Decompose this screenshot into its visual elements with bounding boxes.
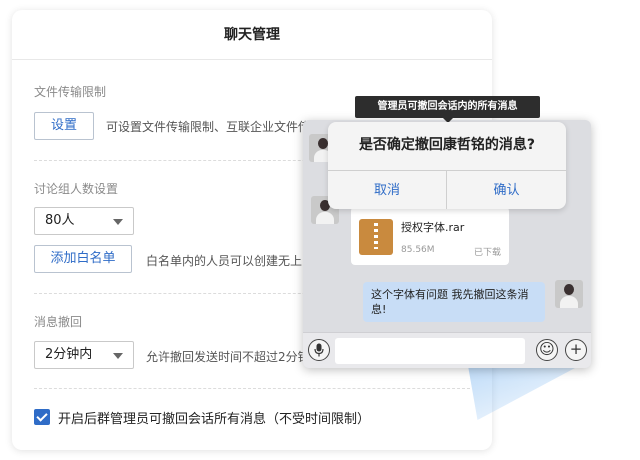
file-message[interactable]: 授权字体.rar 85.56M 已下载 (351, 207, 509, 265)
group-size-select[interactable]: 80人 (34, 207, 134, 235)
microphone-icon[interactable] (308, 339, 330, 361)
avatar (555, 280, 583, 308)
chat-input-bar: ☺ + (303, 332, 591, 368)
admin-recall-label: 开启后群管理员可撤回会话所有消息（不受时间限制） (58, 412, 371, 427)
file-name: 授权字体.rar (401, 221, 465, 234)
divider (34, 388, 470, 389)
recall-tooltip: 管理员可撤回会话内的所有消息 (355, 96, 540, 123)
admin-recall-checkbox[interactable] (34, 409, 50, 425)
dialog-title: 是否确定撤回康哲铭的消息? (358, 137, 536, 153)
chevron-down-icon (113, 219, 123, 225)
file-limit-settings-button[interactable]: 设置 (34, 112, 94, 140)
file-limit-description: 可设置文件传输限制、互联企业文件传输 (106, 120, 323, 134)
recall-time-value: 2分钟内 (45, 347, 93, 362)
file-limit-label: 文件传输限制 (34, 85, 107, 99)
chevron-down-icon (113, 353, 123, 359)
cancel-button[interactable]: 取消 (328, 171, 447, 209)
file-status: 已下载 (473, 248, 501, 258)
whitelist-description: 白名单内的人员可以创建无上限 (146, 254, 315, 268)
recall-label: 消息撤回 (34, 315, 83, 329)
text-message[interactable]: 这个字体有问题 我先撤回这条消息! (363, 282, 545, 322)
recall-confirm-dialog: 是否确定撤回康哲铭的消息? 取消 确认 (328, 122, 566, 209)
dialog-buttons: 取消 确认 (328, 170, 566, 209)
panel-title: 聊天管理 (12, 10, 492, 60)
archive-file-icon (359, 219, 393, 255)
confirm-button[interactable]: 确认 (447, 171, 566, 209)
group-size-label: 讨论组人数设置 (34, 182, 119, 196)
emoji-icon[interactable]: ☺ (536, 339, 558, 361)
add-whitelist-button[interactable]: 添加白名单 (34, 245, 132, 273)
message-input[interactable] (335, 338, 525, 364)
plus-icon[interactable]: + (565, 339, 587, 361)
recall-time-select[interactable]: 2分钟内 (34, 341, 134, 369)
recall-description: 允许撤回发送时间不超过2分钟 (146, 350, 310, 364)
file-size: 85.56M (401, 245, 435, 255)
group-size-value: 80人 (45, 213, 75, 228)
